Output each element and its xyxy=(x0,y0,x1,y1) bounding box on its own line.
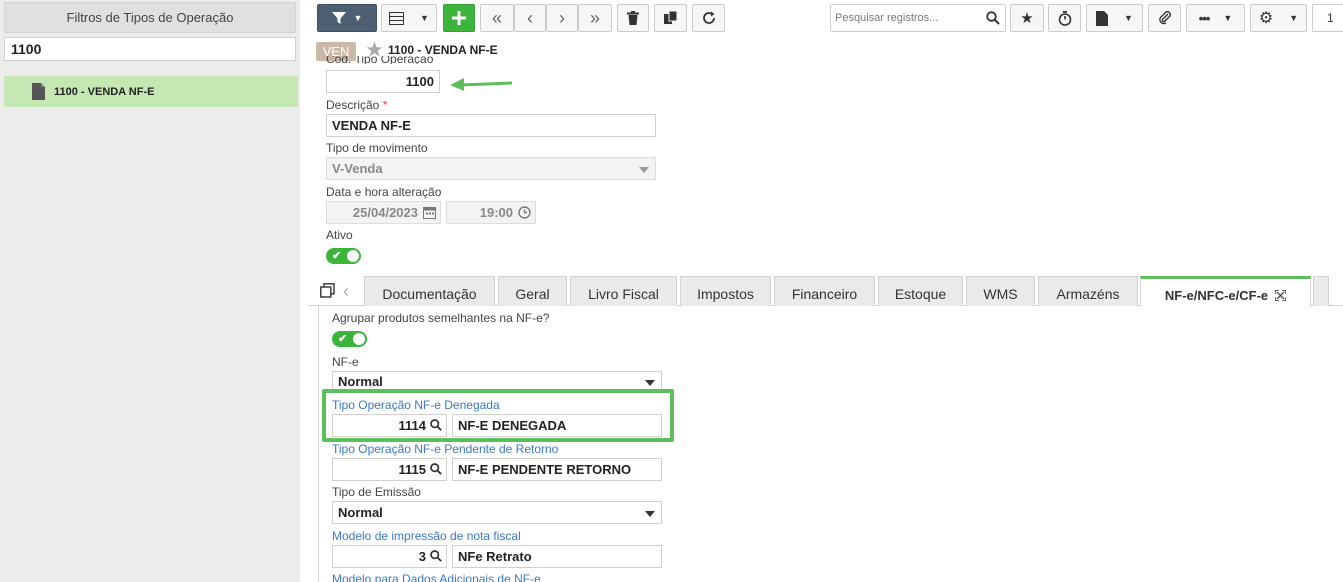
modelo-dados-label[interactable]: Modelo para Dados Adicionais de NF-e xyxy=(332,572,541,582)
nfe-label: NF-e xyxy=(332,355,359,369)
hora-alteracao-field: 19:00 xyxy=(446,201,536,224)
tab-armazens[interactable]: Armazéns xyxy=(1038,276,1138,306)
chevron-down-icon: ▼ xyxy=(420,13,429,23)
delete-button[interactable] xyxy=(617,4,649,32)
chevron-down-icon xyxy=(639,167,649,173)
record-title: 1100 - VENDA NF-E xyxy=(388,43,498,57)
emissao-select[interactable]: Normal xyxy=(332,501,662,524)
attachment-button[interactable] xyxy=(1148,4,1181,32)
search-icon[interactable] xyxy=(986,11,1000,25)
trash-icon xyxy=(627,11,639,25)
nfe-select[interactable]: Normal xyxy=(332,371,662,391)
calendar-icon xyxy=(423,207,436,219)
filter-button[interactable]: ▼ xyxy=(317,4,377,32)
last-record-button[interactable]: » xyxy=(578,4,612,32)
timer-button[interactable] xyxy=(1048,4,1081,32)
copy-button[interactable] xyxy=(654,4,687,32)
ellipsis-icon: ••• xyxy=(1198,10,1211,26)
tab-overflow xyxy=(1313,276,1329,306)
gear-icon: ⚙ xyxy=(1258,10,1274,27)
tab-panel-border xyxy=(318,306,319,582)
report-button[interactable]: ▼ xyxy=(1086,4,1143,32)
tab-wms[interactable]: WMS xyxy=(966,276,1035,306)
chevron-left-icon: ‹ xyxy=(527,7,533,28)
highlight-box xyxy=(322,389,674,442)
filter-panel-title: Filtros de Tipos de Operação xyxy=(4,2,296,33)
pendente-desc-field: NF-E PENDENTE RETORNO xyxy=(452,458,662,481)
pendente-label[interactable]: Tipo Operação NF-e Pendente de Retorno xyxy=(332,442,558,456)
clock-icon xyxy=(518,206,531,219)
agrupar-toggle[interactable]: ✔ xyxy=(332,331,367,347)
settings-button[interactable]: ⚙ ▼ xyxy=(1250,4,1307,32)
double-chevron-right-icon: » xyxy=(589,7,600,28)
data-alteracao-label: Data e hora alteração xyxy=(326,185,442,199)
arrow-left-icon xyxy=(450,78,512,91)
report-icon xyxy=(1096,10,1109,26)
tab-scroll-left-icon[interactable]: ‹ xyxy=(343,281,349,302)
refresh-icon xyxy=(702,11,715,24)
tab-financeiro[interactable]: Financeiro xyxy=(774,276,875,306)
tab-documentacao[interactable]: Documentação xyxy=(364,276,495,306)
tipo-movimento-label: Tipo de movimento xyxy=(326,141,428,155)
star-icon: ★ xyxy=(1020,10,1034,27)
ativo-toggle[interactable]: ✔ xyxy=(326,248,361,264)
emissao-label: Tipo de Emissão xyxy=(332,485,421,499)
descricao-label: Descrição * xyxy=(326,98,388,112)
grid-view-button[interactable]: ▼ xyxy=(381,4,437,32)
page-number-field[interactable]: 1 xyxy=(1312,4,1343,32)
filter-list-item-label: 1100 - VENDA NF-E xyxy=(54,85,155,98)
filter-icon xyxy=(331,12,346,24)
descricao-field[interactable]: VENDA NF-E xyxy=(326,114,656,137)
restore-window-icon[interactable] xyxy=(320,283,335,298)
double-chevron-left-icon: « xyxy=(491,7,502,28)
plus-icon xyxy=(452,11,466,25)
first-record-button[interactable]: « xyxy=(480,4,514,32)
chevron-down-icon: ▼ xyxy=(1289,13,1299,23)
stopwatch-icon xyxy=(1058,10,1071,26)
refresh-button[interactable] xyxy=(692,4,725,32)
record-search-input[interactable] xyxy=(831,5,981,31)
copy-icon xyxy=(663,11,677,24)
tipo-movimento-select: V-Venda xyxy=(326,157,656,180)
chevron-down-icon: ▼ xyxy=(1223,13,1233,23)
chevron-right-icon: › xyxy=(559,7,565,28)
tab-nfe[interactable]: NF-e/NFC-e/CF-e xyxy=(1140,276,1311,307)
cod-label: Cod. Tipo Operação xyxy=(326,56,434,64)
filter-list-item[interactable]: 1100 - VENDA NF-E xyxy=(4,76,298,107)
tab-estoque[interactable]: Estoque xyxy=(878,276,963,306)
modelo-desc-field: NFe Retrato xyxy=(452,545,662,568)
data-alteracao-field: 25/04/2023 xyxy=(326,201,441,224)
chevron-down-icon: ▼ xyxy=(1124,13,1133,23)
next-record-button[interactable]: › xyxy=(546,4,578,32)
agrupar-label: Agrupar produtos semelhantes na NF-e? xyxy=(332,311,550,325)
chevron-down-icon xyxy=(645,511,655,517)
paperclip-icon xyxy=(1158,11,1171,25)
record-search-box[interactable] xyxy=(830,4,1006,32)
check-icon: ✔ xyxy=(332,250,342,262)
table-icon xyxy=(389,11,405,25)
expand-icon[interactable] xyxy=(1275,289,1287,301)
search-icon[interactable] xyxy=(430,463,442,475)
modelo-code-field[interactable]: 3 xyxy=(332,545,447,568)
cod-field[interactable]: 1100 xyxy=(326,70,440,93)
filter-search-input[interactable] xyxy=(4,37,296,61)
chevron-down-icon xyxy=(645,380,655,386)
more-actions-button[interactable]: ••• ▼ xyxy=(1186,4,1245,32)
favorite-button[interactable]: ★ xyxy=(1010,4,1044,32)
add-record-button[interactable] xyxy=(443,4,475,32)
tab-livro-fiscal[interactable]: Livro Fiscal xyxy=(570,276,677,306)
pendente-code-field[interactable]: 1115 xyxy=(332,458,447,481)
check-icon: ✔ xyxy=(338,333,348,345)
modelo-label[interactable]: Modelo de impressão de nota fiscal xyxy=(332,529,521,543)
search-icon[interactable] xyxy=(430,550,442,562)
tab-impostos[interactable]: Impostos xyxy=(680,276,771,306)
previous-record-button[interactable]: ‹ xyxy=(514,4,546,32)
tab-geral[interactable]: Geral xyxy=(498,276,567,306)
document-icon xyxy=(32,83,45,100)
ativo-label: Ativo xyxy=(326,228,353,242)
